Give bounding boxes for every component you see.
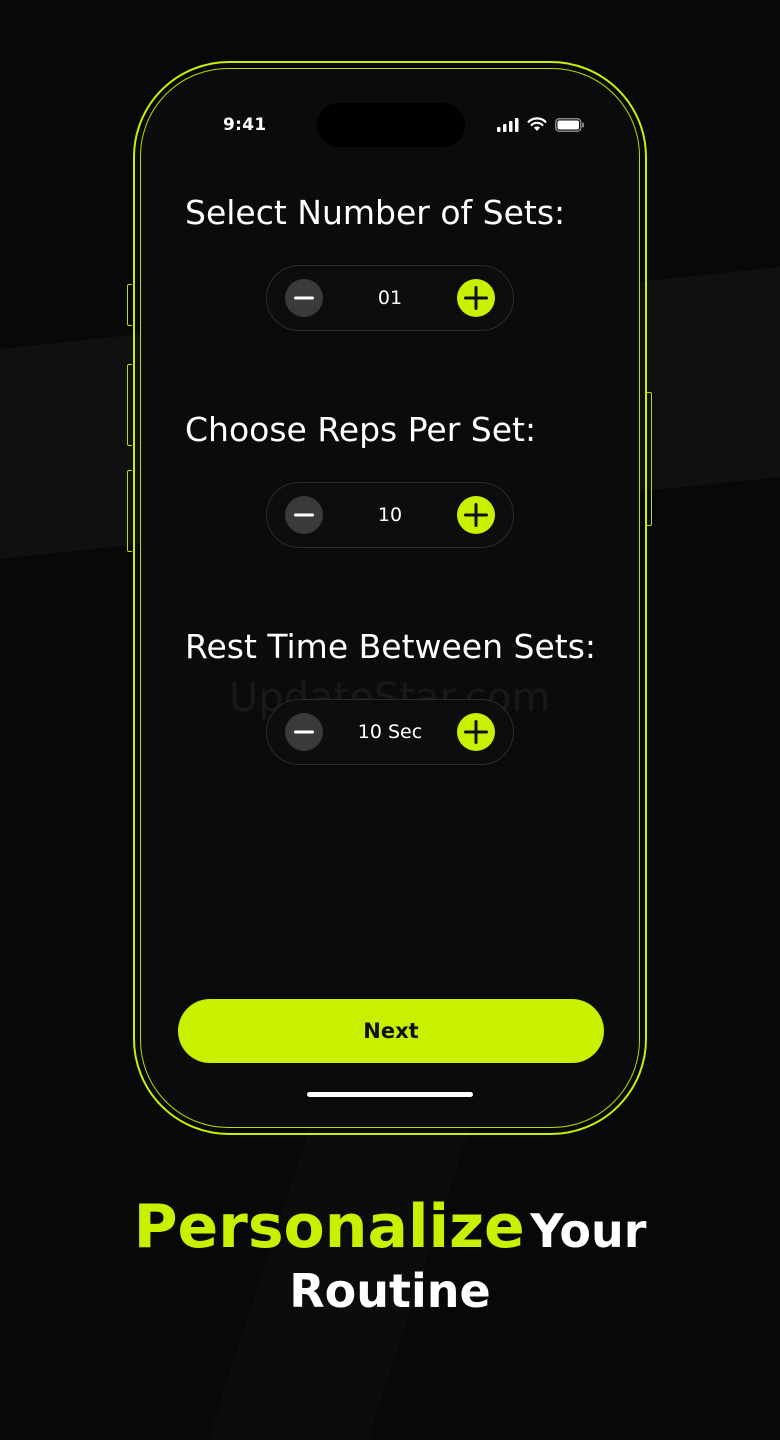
headline-line-1: Personalize Your — [0, 1192, 780, 1262]
headline-line-2: Routine — [0, 1264, 780, 1318]
phone-side-button-volume-down — [127, 470, 132, 552]
next-button[interactable]: Next — [178, 999, 604, 1063]
headline-rest: Your — [530, 1204, 647, 1258]
status-icons — [497, 117, 585, 132]
rest-value: 10 Sec — [357, 721, 423, 743]
rest-stepper: 10 Sec — [266, 699, 514, 765]
minus-icon — [294, 730, 314, 734]
phone-side-button-power — [647, 392, 652, 526]
plus-icon — [464, 286, 488, 310]
rest-title: Rest Time Between Sets: — [185, 627, 597, 666]
wifi-icon — [527, 117, 547, 131]
sets-increment-button[interactable] — [457, 279, 495, 317]
headline-line2-text: Routine — [289, 1264, 491, 1318]
rest-increment-button[interactable] — [457, 713, 495, 751]
plus-icon — [464, 503, 488, 527]
reps-decrement-button[interactable] — [285, 496, 323, 534]
sets-stepper: 01 — [266, 265, 514, 331]
reps-value: 10 — [377, 504, 403, 526]
headline-accent: Personalize — [133, 1192, 525, 1262]
reps-title: Choose Reps Per Set: — [185, 410, 537, 449]
sets-value: 01 — [377, 287, 403, 309]
battery-icon — [555, 117, 584, 132]
dynamic-island — [317, 103, 465, 147]
plus-icon — [464, 720, 488, 744]
reps-increment-button[interactable] — [457, 496, 495, 534]
phone-side-button-volume-up — [127, 364, 132, 446]
status-time: 9:41 — [223, 115, 267, 135]
minus-icon — [294, 513, 314, 517]
sets-title: Select Number of Sets: — [185, 193, 566, 232]
reps-stepper: 10 — [266, 482, 514, 548]
home-indicator[interactable] — [307, 1092, 473, 1097]
signal-icon — [497, 117, 519, 132]
phone-screen: 9:41 Select Number of Sets: 01 Choose Re… — [140, 68, 640, 1128]
phone-side-button-silent — [127, 284, 132, 326]
minus-icon — [294, 296, 314, 300]
rest-decrement-button[interactable] — [285, 713, 323, 751]
sets-decrement-button[interactable] — [285, 279, 323, 317]
